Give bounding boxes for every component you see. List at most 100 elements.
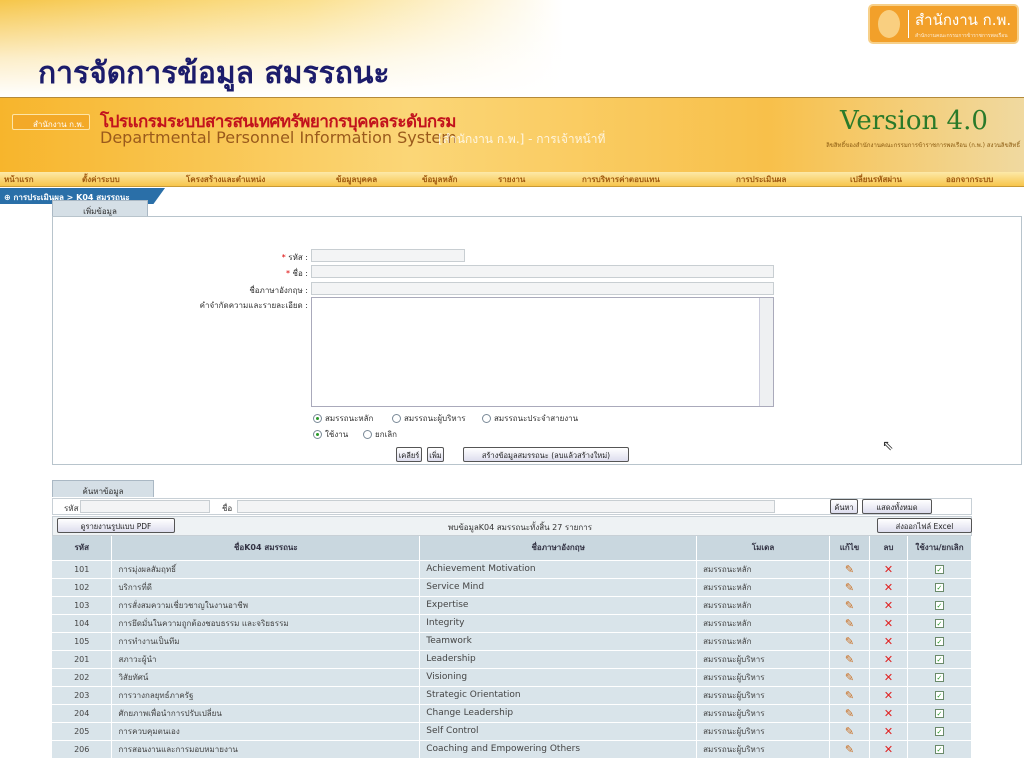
- edit-pencil-icon[interactable]: ✎: [845, 599, 854, 612]
- row-model: สมรรถนะผู้บริหาร: [696, 685, 831, 704]
- edit-pencil-icon[interactable]: ✎: [845, 563, 854, 576]
- search-code-label: รหัส: [64, 504, 79, 513]
- active-checkbox[interactable]: ✓: [934, 636, 944, 646]
- edit-pencil-icon[interactable]: ✎: [845, 653, 854, 666]
- edit-pencil-icon[interactable]: ✎: [845, 725, 854, 738]
- row-name: การทำงานเป็นทีม: [111, 631, 421, 650]
- row-code: 204: [52, 703, 113, 722]
- version-label: Version 4.0: [840, 106, 988, 136]
- col-name[interactable]: ชื่อK04 สมรรถนะ: [111, 536, 421, 560]
- competency-table: รหัส ชื่อK04 สมรรถนะ ชื่อภาษาอังกฤษ โมเด…: [52, 536, 973, 758]
- delete-x-icon[interactable]: ✕: [884, 635, 893, 648]
- active-checkbox[interactable]: ✓: [934, 654, 944, 664]
- table-row: 101 การมุ่งผลสัมฤทธิ์ Achievement Motiva…: [52, 559, 973, 578]
- nav-change-password[interactable]: เปลี่ยนรหัสผ่าน: [850, 173, 902, 186]
- row-code: 103: [52, 595, 113, 614]
- active-checkbox[interactable]: ✓: [934, 726, 944, 736]
- row-code: 205: [52, 721, 113, 740]
- delete-x-icon[interactable]: ✕: [884, 617, 893, 630]
- edit-pencil-icon[interactable]: ✎: [845, 671, 854, 684]
- export-excel-button[interactable]: ส่งออกไฟล์ Excel: [877, 518, 972, 533]
- main-nav: หน้าแรก ตั้งค่าระบบ โครงสร้างและตำแหน่ง …: [0, 172, 1024, 187]
- edit-pencil-icon[interactable]: ✎: [845, 581, 854, 594]
- app-header: สำนักงาน ก.พ. โปรแกรมระบบสารสนเทศทรัพยาก…: [0, 97, 1024, 172]
- radio-active[interactable]: ใช้งาน: [313, 428, 348, 441]
- delete-x-icon[interactable]: ✕: [884, 707, 893, 720]
- row-name: การสอนงานและการมอบหมายงาน: [111, 739, 421, 758]
- copyright: ลิขสิทธิ์ของสำนักงานคณะกรรมการข้าราชการพ…: [826, 142, 1020, 149]
- row-model: สมรรถนะหลัก: [696, 577, 831, 596]
- edit-pencil-icon[interactable]: ✎: [845, 707, 854, 720]
- edit-pencil-icon[interactable]: ✎: [845, 743, 854, 756]
- delete-x-icon[interactable]: ✕: [884, 689, 893, 702]
- active-checkbox[interactable]: ✓: [934, 690, 944, 700]
- edit-pencil-icon[interactable]: ✎: [845, 689, 854, 702]
- radio-cancel[interactable]: ยกเลิก: [363, 428, 397, 441]
- code-input[interactable]: [311, 249, 465, 262]
- radio-functional[interactable]: สมรรถนะประจำสายงาน: [482, 412, 578, 425]
- delete-x-icon[interactable]: ✕: [884, 725, 893, 738]
- rebuild-button[interactable]: สร้างข้อมูลสมรรถนะ (ลบแล้วสร้างใหม่): [463, 447, 629, 462]
- active-checkbox[interactable]: ✓: [934, 600, 944, 610]
- nav-personnel[interactable]: ข้อมูลบุคคล: [336, 173, 377, 186]
- clear-button[interactable]: เคลียร์: [396, 447, 422, 462]
- english-name-input[interactable]: [311, 282, 774, 295]
- table-row: 104 การยึดมั่นในความถูกต้องชอบธรรม และจร…: [52, 613, 973, 632]
- active-checkbox[interactable]: ✓: [934, 744, 944, 754]
- nav-logout[interactable]: ออกจากระบบ: [946, 173, 993, 186]
- active-checkbox[interactable]: ✓: [934, 618, 944, 628]
- row-code: 203: [52, 685, 113, 704]
- description-textarea[interactable]: [311, 297, 774, 407]
- row-model: สมรรถนะหลัก: [696, 595, 831, 614]
- delete-x-icon[interactable]: ✕: [884, 653, 893, 666]
- col-model[interactable]: โมเดล: [696, 536, 831, 560]
- table-row: 105 การทำงานเป็นทีม Teamwork สมรรถนะหลัก…: [52, 631, 973, 650]
- row-model: สมรรถนะหลัก: [696, 631, 831, 650]
- nav-home[interactable]: หน้าแรก: [4, 173, 34, 186]
- nav-structure[interactable]: โครงสร้างและตำแหน่ง: [186, 173, 265, 186]
- search-code-input[interactable]: [80, 500, 210, 513]
- col-english-name[interactable]: ชื่อภาษาอังกฤษ: [419, 536, 698, 560]
- active-checkbox[interactable]: ✓: [934, 708, 944, 718]
- app-title-en: Departmental Personnel Information Syste…: [100, 128, 457, 147]
- nav-evaluation[interactable]: การประเมินผล: [736, 173, 786, 186]
- tab-add-data[interactable]: เพิ่มข้อมูล: [52, 200, 148, 216]
- table-row: 203 การวางกลยุทธ์ภาครัฐ Strategic Orient…: [52, 685, 973, 704]
- textarea-scrollbar[interactable]: [759, 298, 773, 406]
- nav-settings[interactable]: ตั้งค่าระบบ: [82, 173, 120, 186]
- nav-compensation[interactable]: การบริหารค่าตอบแทน: [582, 173, 660, 186]
- table-row: 205 การควบคุมตนเอง Self Control สมรรถนะผ…: [52, 721, 973, 740]
- pdf-report-button[interactable]: ดูรายงานรูปแบบ PDF: [57, 518, 175, 533]
- delete-x-icon[interactable]: ✕: [884, 599, 893, 612]
- delete-x-icon[interactable]: ✕: [884, 671, 893, 684]
- seal-icon: [878, 10, 900, 38]
- ocsc-logo: สำนักงาน ก.พ. สำนักงานคณะกรรมการข้าราชการ…: [868, 4, 1019, 44]
- edit-pencil-icon[interactable]: ✎: [845, 617, 854, 630]
- search-button[interactable]: ค้นหา: [830, 499, 858, 514]
- row-english-name: Strategic Orientation: [419, 685, 698, 704]
- active-checkbox[interactable]: ✓: [934, 672, 944, 682]
- active-checkbox[interactable]: ✓: [934, 582, 944, 592]
- edit-pencil-icon[interactable]: ✎: [845, 635, 854, 648]
- nav-master-data[interactable]: ข้อมูลหลัก: [422, 173, 457, 186]
- nav-reports[interactable]: รายงาน: [498, 173, 525, 186]
- row-model: สมรรถนะผู้บริหาร: [696, 649, 831, 668]
- row-model: สมรรถนะหลัก: [696, 559, 831, 578]
- search-name-input[interactable]: [237, 500, 775, 513]
- radio-executive[interactable]: สมรรถนะผู้บริหาร: [392, 412, 465, 425]
- tab-search[interactable]: ค้นหาข้อมูล: [52, 480, 154, 497]
- table-header: รหัส ชื่อK04 สมรรถนะ ชื่อภาษาอังกฤษ โมเด…: [52, 536, 973, 560]
- delete-x-icon[interactable]: ✕: [884, 563, 893, 576]
- row-code: 206: [52, 739, 113, 758]
- row-english-name: Leadership: [419, 649, 698, 668]
- delete-x-icon[interactable]: ✕: [884, 743, 893, 756]
- row-code: 104: [52, 613, 113, 632]
- radio-core[interactable]: สมรรถนะหลัก: [313, 412, 373, 425]
- show-all-button[interactable]: แสดงทั้งหมด: [862, 499, 932, 514]
- delete-x-icon[interactable]: ✕: [884, 581, 893, 594]
- name-input[interactable]: [311, 265, 774, 278]
- active-checkbox[interactable]: ✓: [934, 564, 944, 574]
- col-code[interactable]: รหัส: [52, 536, 113, 560]
- row-name: การมุ่งผลสัมฤทธิ์: [111, 559, 421, 578]
- add-button[interactable]: เพิ่ม: [427, 447, 444, 462]
